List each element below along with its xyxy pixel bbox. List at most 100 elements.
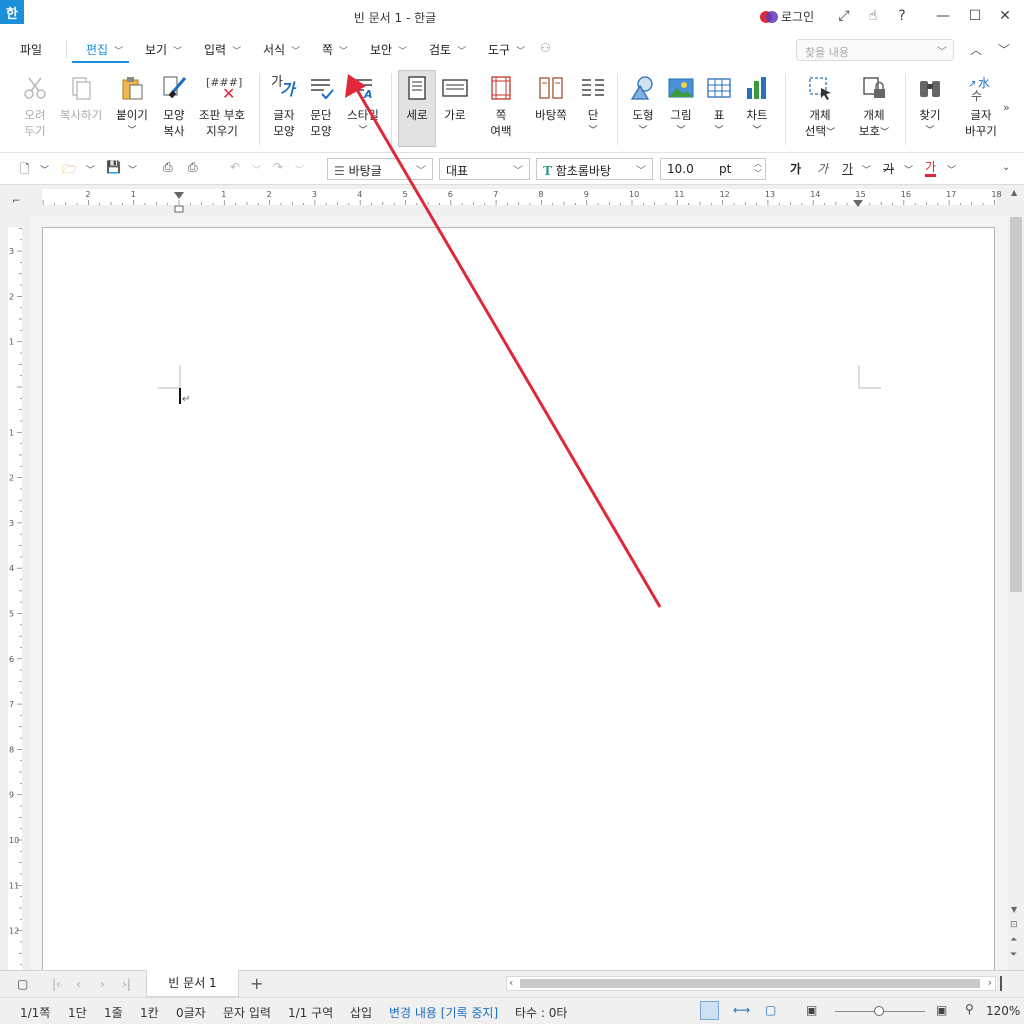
minimize-icon[interactable]: — xyxy=(933,6,953,26)
copy-button[interactable]: 복사하기 xyxy=(56,75,106,123)
portrait-button[interactable]: 세로 xyxy=(400,75,434,123)
chevron-down-icon[interactable]: ﹀ xyxy=(40,163,49,176)
picture-button[interactable]: 그림 ﹀ xyxy=(664,75,698,139)
chevron-down-icon[interactable]: ﹀ xyxy=(86,163,95,176)
object-protect-button[interactable]: 개체 보호﹀ xyxy=(854,75,894,141)
menu-view[interactable]: 보기 ﹀ xyxy=(145,41,182,58)
last-tab-icon[interactable]: ›| xyxy=(122,977,131,991)
add-tab-button[interactable]: + xyxy=(250,974,263,993)
horizontal-scrollbar-thumb[interactable] xyxy=(520,979,980,988)
zoom-magnifier-icon[interactable]: ⚲ xyxy=(965,1002,974,1016)
table-button[interactable]: 표 ﹀ xyxy=(703,75,735,139)
chevron-down-icon[interactable]: ﹀ xyxy=(295,163,304,176)
collaboration-icon[interactable]: ⚇ xyxy=(540,41,551,55)
page-up-icon[interactable]: ⏶ xyxy=(1010,935,1017,945)
language-select[interactable]: 대표 ﹀ xyxy=(439,158,530,180)
page-margin-button[interactable]: 쪽 여백 xyxy=(484,75,518,139)
italic-button[interactable]: 가 xyxy=(817,160,828,177)
multi-page-icon[interactable]: ▣ xyxy=(806,1003,817,1017)
undo-icon[interactable]: ↶ xyxy=(230,160,240,174)
notes-icon[interactable]: ▢ xyxy=(17,977,28,991)
next-tab-icon[interactable]: › xyxy=(100,977,105,991)
chevron-down-icon[interactable]: ﹀ xyxy=(252,163,261,176)
style-button[interactable]: A 스타일 ﹀ xyxy=(343,75,383,139)
prev-page-icon[interactable]: ⊡ xyxy=(1010,920,1018,930)
view-normal-icon[interactable] xyxy=(700,1001,719,1020)
scroll-left-icon[interactable]: ‹ xyxy=(509,976,513,989)
menu-review[interactable]: 검토 ﹀ xyxy=(429,41,466,58)
menu-security[interactable]: 보안 ﹀ xyxy=(370,41,407,58)
prev-tab-icon[interactable]: ‹ xyxy=(76,977,81,991)
font-color-button[interactable]: 가 xyxy=(925,160,937,177)
menu-file[interactable]: 파일 xyxy=(20,41,42,58)
document-tab[interactable]: 빈 문서 1 xyxy=(146,970,239,997)
master-page-button[interactable]: 바탕쪽 xyxy=(530,75,572,123)
paste-button[interactable]: 붙이기 ﹀ xyxy=(112,75,152,139)
font-size-input[interactable]: 10.0 pt ︿ ﹀ xyxy=(660,158,766,180)
scroll-up-icon[interactable]: ▲ xyxy=(1011,188,1017,197)
first-tab-icon[interactable]: |‹ xyxy=(52,977,61,991)
chevron-down-icon[interactable]: ﹀ xyxy=(862,163,871,176)
chevron-down-icon[interactable]: ﹀ xyxy=(904,163,913,176)
fullscreen-icon[interactable]: ⤢ xyxy=(834,6,854,26)
vertical-scrollbar-thumb[interactable] xyxy=(1010,217,1022,592)
ribbon-more-icon[interactable]: » xyxy=(1003,101,1010,114)
format-copy-button[interactable]: 모양 복사 xyxy=(157,75,191,139)
font-select[interactable]: T 함초롬바탕 ﹀ xyxy=(536,158,653,180)
status-track-changes[interactable]: 변경 내용 [기록 중지] xyxy=(389,1004,498,1021)
landscape-button[interactable]: 가로 xyxy=(438,75,472,123)
columns-button[interactable]: 단 ﹀ xyxy=(578,75,608,139)
underline-button[interactable]: 가 xyxy=(842,160,853,177)
menu-page[interactable]: 쪽 ﹀ xyxy=(322,41,348,58)
status-input-mode[interactable]: 문자 입력 xyxy=(223,1004,271,1021)
maximize-icon[interactable]: ☐ xyxy=(965,6,985,26)
object-select-button[interactable]: 개체 선택﹀ xyxy=(800,75,840,141)
scroll-right-icon[interactable]: › xyxy=(988,976,992,989)
style-select[interactable]: ☰ 바탕글 ﹀ xyxy=(327,158,433,180)
redo-icon[interactable]: ↷ xyxy=(273,160,283,174)
chevron-down-icon[interactable]: ﹀ xyxy=(128,163,137,176)
menu-insert[interactable]: 입력 ﹀ xyxy=(204,41,241,58)
scroll-down-icon[interactable]: ▼ xyxy=(1011,905,1017,914)
menu-tools[interactable]: 도구 ﹀ xyxy=(488,41,525,58)
size-stepper-icon[interactable]: ︿ ﹀ xyxy=(754,159,762,179)
menu-format[interactable]: 서식 ﹀ xyxy=(263,41,300,58)
close-icon[interactable]: ✕ xyxy=(995,6,1015,26)
bold-button[interactable]: 가 xyxy=(790,160,801,177)
open-folder-icon[interactable]: 🗁 xyxy=(62,160,77,181)
menu-edit[interactable]: 편집 ﹀ xyxy=(86,41,123,58)
login-button[interactable]: 로그인 xyxy=(760,8,814,25)
print-icon[interactable]: ⎙ xyxy=(163,160,173,175)
shape-button[interactable]: 도형 ﹀ xyxy=(626,75,660,139)
split-handle[interactable] xyxy=(1000,976,1002,991)
para-shape-button[interactable]: 문단 모양 xyxy=(305,75,337,139)
status-page[interactable]: 1/1쪽 xyxy=(20,1004,50,1021)
fit-width-icon[interactable]: ⟷ xyxy=(733,1003,750,1017)
chevron-down-icon[interactable]: ﹀ xyxy=(947,163,956,176)
chart-button[interactable]: 차트 ﹀ xyxy=(740,75,774,139)
status-insert[interactable]: 삽입 xyxy=(350,1004,372,1021)
touch-hand-icon[interactable]: ☝ xyxy=(863,6,883,26)
replace-button[interactable]: ↗ 水 수 글자 바꾸기 xyxy=(960,75,1002,139)
save-icon[interactable]: 💾 xyxy=(106,160,121,174)
find-button[interactable]: 찾기 ﹀ xyxy=(913,75,947,139)
search-input[interactable]: 찾을 내용 ﹀ xyxy=(796,39,954,61)
strikethrough-button[interactable]: 가 xyxy=(883,160,894,177)
clear-marks-button[interactable]: [###] ✕ 조판 부호 지우기 xyxy=(196,75,248,139)
print-preview-icon[interactable]: ⎙ xyxy=(188,160,198,175)
cut-button[interactable]: 오려 두기 xyxy=(15,75,55,139)
zoom-in-page-icon[interactable]: ▣ xyxy=(936,1003,947,1017)
status-zoom[interactable]: 120% xyxy=(986,1004,1020,1018)
toolbar-more-icon[interactable]: ⌄ xyxy=(1002,162,1010,173)
vertical-ruler[interactable]: 3 2 1 1 2 3 4 5 6 7 8 9 10 11 12 xyxy=(0,215,30,970)
char-shape-button[interactable]: 가 가 글자 모양 xyxy=(268,75,300,139)
zoom-slider-handle[interactable] xyxy=(874,1006,884,1016)
document-page[interactable]: ↵ xyxy=(42,227,995,972)
new-document-icon[interactable]: 🗋 xyxy=(20,160,30,181)
collapse-ribbon-icon[interactable]: ︿ xyxy=(970,41,982,58)
expand-ribbon-icon[interactable]: ﹀ xyxy=(998,41,1010,58)
help-icon[interactable]: ? xyxy=(892,6,912,26)
horizontal-ruler[interactable]: 2 1 1 2 3 4 5 6 7 8 9 10 11 12 13 14 15 16 17 18 ⌐ xyxy=(0,185,1008,215)
fit-page-icon[interactable]: ▢ xyxy=(765,1003,776,1017)
page-down-icon[interactable]: ⏷ xyxy=(1010,950,1017,960)
